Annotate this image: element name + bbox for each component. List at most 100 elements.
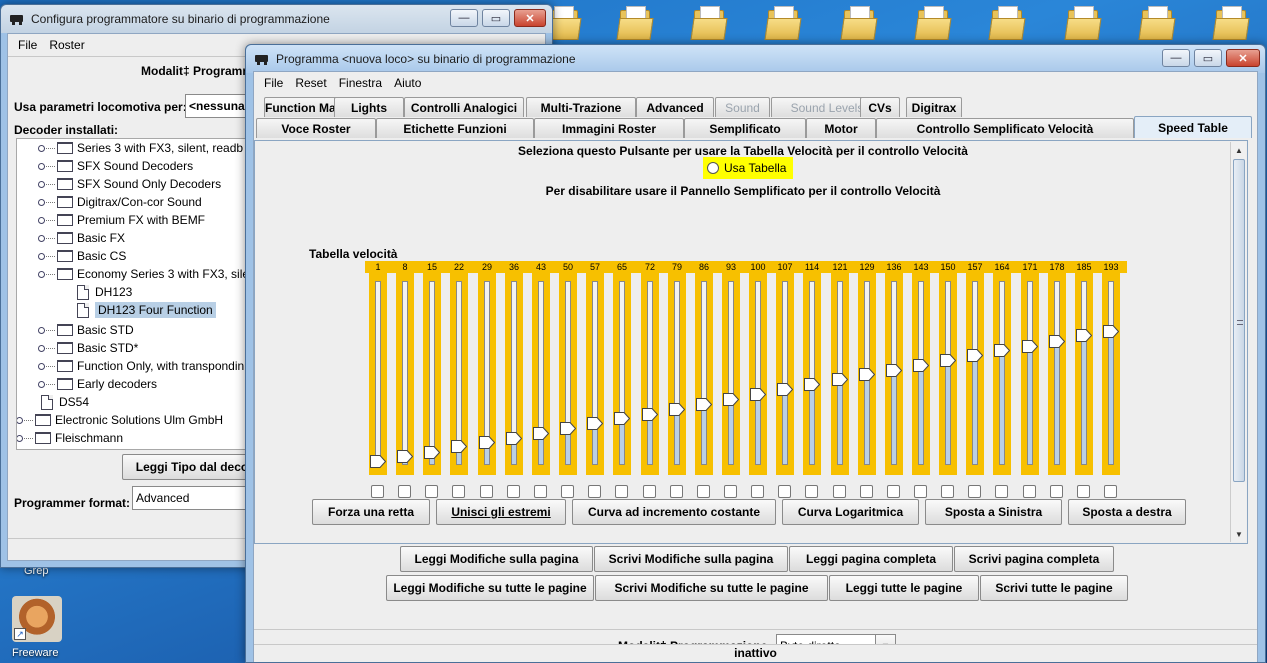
slider-thumb[interactable] xyxy=(506,432,523,445)
speed-slider[interactable] xyxy=(993,273,1011,475)
slider-thumb[interactable] xyxy=(451,440,468,453)
expand-handle-icon[interactable] xyxy=(38,234,55,242)
slider-thumb[interactable] xyxy=(723,393,740,406)
slider-thumb[interactable] xyxy=(1022,340,1039,353)
tree-leaf[interactable]: DH123 Four Function xyxy=(77,301,216,319)
speed-slider[interactable] xyxy=(966,273,984,475)
slider-thumb[interactable] xyxy=(397,450,414,463)
slider-thumb[interactable] xyxy=(479,436,496,449)
speed-step-checkbox[interactable] xyxy=(1023,485,1036,498)
desktop-folder-icon[interactable] xyxy=(616,6,654,40)
button-scrivi-tutte-le-pagine[interactable]: Scrivi tutte le pagine xyxy=(980,575,1128,601)
speed-slider[interactable] xyxy=(858,273,876,475)
expand-handle-icon[interactable] xyxy=(17,416,33,424)
speed-step-checkbox[interactable] xyxy=(534,485,547,498)
speed-slider[interactable] xyxy=(505,273,523,475)
speed-slider[interactable] xyxy=(803,273,821,475)
menu-file[interactable]: File xyxy=(12,38,43,52)
speed-slider[interactable] xyxy=(776,273,794,475)
tab-voce-roster[interactable]: Voce Roster xyxy=(256,118,376,138)
slider-thumb[interactable] xyxy=(832,373,849,386)
speed-step-checkbox[interactable] xyxy=(480,485,493,498)
expand-handle-icon[interactable] xyxy=(38,162,55,170)
menu-reset[interactable]: Reset xyxy=(289,76,332,90)
speed-step-checkbox[interactable] xyxy=(887,485,900,498)
tree-leaf[interactable]: DH123 xyxy=(77,283,132,301)
speed-slider[interactable] xyxy=(1048,273,1066,475)
button-scrivi-pagina-completa[interactable]: Scrivi pagina completa xyxy=(954,546,1114,572)
speed-step-checkbox[interactable] xyxy=(968,485,981,498)
speed-step-checkbox[interactable] xyxy=(670,485,683,498)
button-scrivi-modifiche-sulla-pagina[interactable]: Scrivi Modifiche sulla pagina xyxy=(594,546,788,572)
slider-thumb[interactable] xyxy=(859,368,876,381)
speed-step-checkbox[interactable] xyxy=(643,485,656,498)
speed-slider[interactable] xyxy=(369,273,387,475)
speed-slider[interactable] xyxy=(885,273,903,475)
slider-thumb[interactable] xyxy=(913,359,930,372)
desktop-folder-icon[interactable] xyxy=(690,6,728,40)
speed-step-checkbox[interactable] xyxy=(452,485,465,498)
read-decoder-type-button[interactable]: Leggi Tipo dal deco xyxy=(122,454,262,480)
speed-step-checkbox[interactable] xyxy=(778,485,791,498)
button-sposta-a-destra[interactable]: Sposta a destra xyxy=(1068,499,1186,525)
desktop-folder-icon[interactable] xyxy=(840,6,878,40)
tree-folder[interactable]: Basic CS xyxy=(38,247,126,265)
desktop-folder-icon[interactable] xyxy=(1064,6,1102,40)
tab-multi-trazione[interactable]: Multi-Trazione xyxy=(526,97,636,117)
speed-slider[interactable] xyxy=(722,273,740,475)
tab-digitrax[interactable]: Digitrax xyxy=(906,97,962,117)
slider-thumb[interactable] xyxy=(642,408,659,421)
speed-step-checkbox[interactable] xyxy=(751,485,764,498)
speed-slider[interactable] xyxy=(478,273,496,475)
speed-step-checkbox[interactable] xyxy=(398,485,411,498)
minimize-button[interactable]: — xyxy=(1162,49,1190,67)
close-button[interactable]: ✕ xyxy=(1226,49,1260,67)
speed-step-checkbox[interactable] xyxy=(914,485,927,498)
tree-folder[interactable]: Basic FX xyxy=(38,229,125,247)
panel-vertical-scrollbar[interactable]: ▲ ▼ xyxy=(1230,142,1246,542)
speed-slider[interactable] xyxy=(532,273,550,475)
speed-slider[interactable] xyxy=(1021,273,1039,475)
slider-thumb[interactable] xyxy=(967,349,984,362)
slider-thumb[interactable] xyxy=(1103,325,1120,338)
expand-handle-icon[interactable] xyxy=(38,270,55,278)
maximize-button[interactable]: ▭ xyxy=(482,9,510,27)
tree-folder[interactable]: Basic STD* xyxy=(38,339,138,357)
tab-immagini-roster[interactable]: Immagini Roster xyxy=(534,118,684,138)
slider-thumb[interactable] xyxy=(587,417,604,430)
speed-slider[interactable] xyxy=(641,273,659,475)
expand-handle-icon[interactable] xyxy=(38,380,55,388)
programmer-format-select[interactable]: Advanced xyxy=(132,486,262,510)
desktop-folder-icon[interactable] xyxy=(988,6,1026,40)
scroll-thumb[interactable] xyxy=(1233,159,1245,482)
button-leggi-modifiche-sulla-pagina[interactable]: Leggi Modifiche sulla pagina xyxy=(400,546,593,572)
tab-advanced[interactable]: Advanced xyxy=(636,97,714,117)
expand-handle-icon[interactable] xyxy=(38,326,55,334)
decoder-tree[interactable]: Series 3 with FX3, silent, readb SFX Soun… xyxy=(16,138,256,450)
button-leggi-tutte-le-pagine[interactable]: Leggi tutte le pagine xyxy=(829,575,979,601)
slider-thumb[interactable] xyxy=(1076,329,1093,342)
slider-thumb[interactable] xyxy=(370,455,387,468)
speed-step-checkbox[interactable] xyxy=(805,485,818,498)
maximize-button[interactable]: ▭ xyxy=(1194,49,1222,67)
expand-handle-icon[interactable] xyxy=(17,434,33,442)
menu-finestra[interactable]: Finestra xyxy=(333,76,388,90)
speed-slider[interactable] xyxy=(912,273,930,475)
tab-lights[interactable]: Lights xyxy=(334,97,404,117)
speed-slider[interactable] xyxy=(1102,273,1120,475)
tree-folder[interactable]: Fleischmann xyxy=(17,429,123,447)
menu-aiuto[interactable]: Aiuto xyxy=(388,76,427,90)
expand-handle-icon[interactable] xyxy=(38,216,55,224)
speed-slider[interactable] xyxy=(668,273,686,475)
speed-slider[interactable] xyxy=(939,273,957,475)
speed-step-checkbox[interactable] xyxy=(561,485,574,498)
tree-folder[interactable]: Electronic Solutions Ulm GmbH xyxy=(17,411,223,429)
slider-thumb[interactable] xyxy=(669,403,686,416)
speed-slider[interactable] xyxy=(613,273,631,475)
speed-slider[interactable] xyxy=(831,273,849,475)
minimize-button[interactable]: — xyxy=(450,9,478,27)
slider-thumb[interactable] xyxy=(533,427,550,440)
button-curva-ad-incremento-costante[interactable]: Curva ad incremento costante xyxy=(572,499,776,525)
speed-step-checkbox[interactable] xyxy=(1077,485,1090,498)
use-table-radio[interactable]: Usa Tabella xyxy=(703,157,793,179)
